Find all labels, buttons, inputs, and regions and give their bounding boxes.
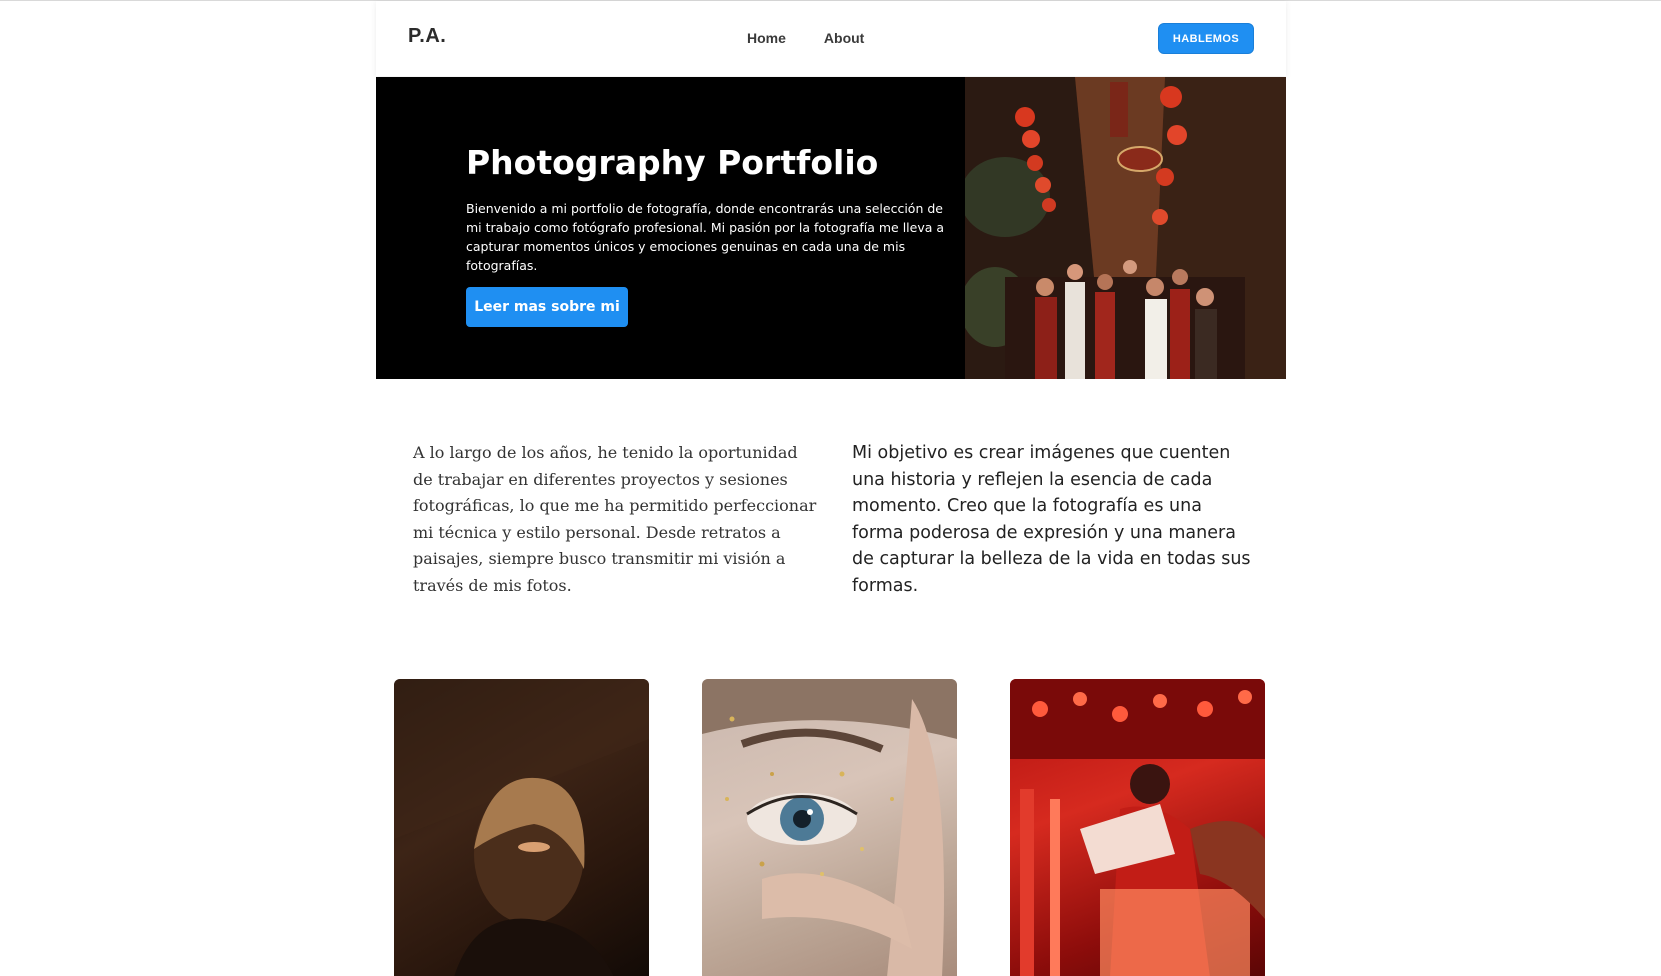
nav-link-home[interactable]: Home <box>747 30 786 46</box>
eye-illustration <box>702 679 957 976</box>
gallery-photo-temple[interactable] <box>1010 679 1265 976</box>
hero-title: Photography Portfolio <box>466 143 879 182</box>
about-text-left: A lo largo de los años, he tenido la opo… <box>413 443 817 595</box>
navbar: P.A. Home About HABLEMOS <box>376 1 1286 76</box>
nav-links: Home About <box>747 30 864 46</box>
gallery-photo-portrait[interactable] <box>394 679 649 976</box>
logo[interactable]: P.A. <box>408 25 446 48</box>
hero-photo-alley <box>965 77 1286 379</box>
hablemos-button[interactable]: HABLEMOS <box>1158 23 1254 54</box>
hero-section: Photography Portfolio Bienvenido a mi po… <box>376 77 1286 379</box>
nav-link-about[interactable]: About <box>824 30 864 46</box>
hero-description: Bienvenido a mi portfolio de fotografía,… <box>466 201 945 273</box>
read-more-button[interactable]: Leer mas sobre mi <box>466 287 628 327</box>
gallery-photo-glitter-eye[interactable] <box>702 679 957 976</box>
about-text-right: Mi objetivo es crear imágenes que cuente… <box>852 443 1251 596</box>
temple-illustration <box>1010 679 1265 976</box>
portrait-illustration <box>394 679 649 976</box>
page: P.A. Home About HABLEMOS Photography Por… <box>0 0 1661 976</box>
alley-illustration <box>965 77 1286 379</box>
